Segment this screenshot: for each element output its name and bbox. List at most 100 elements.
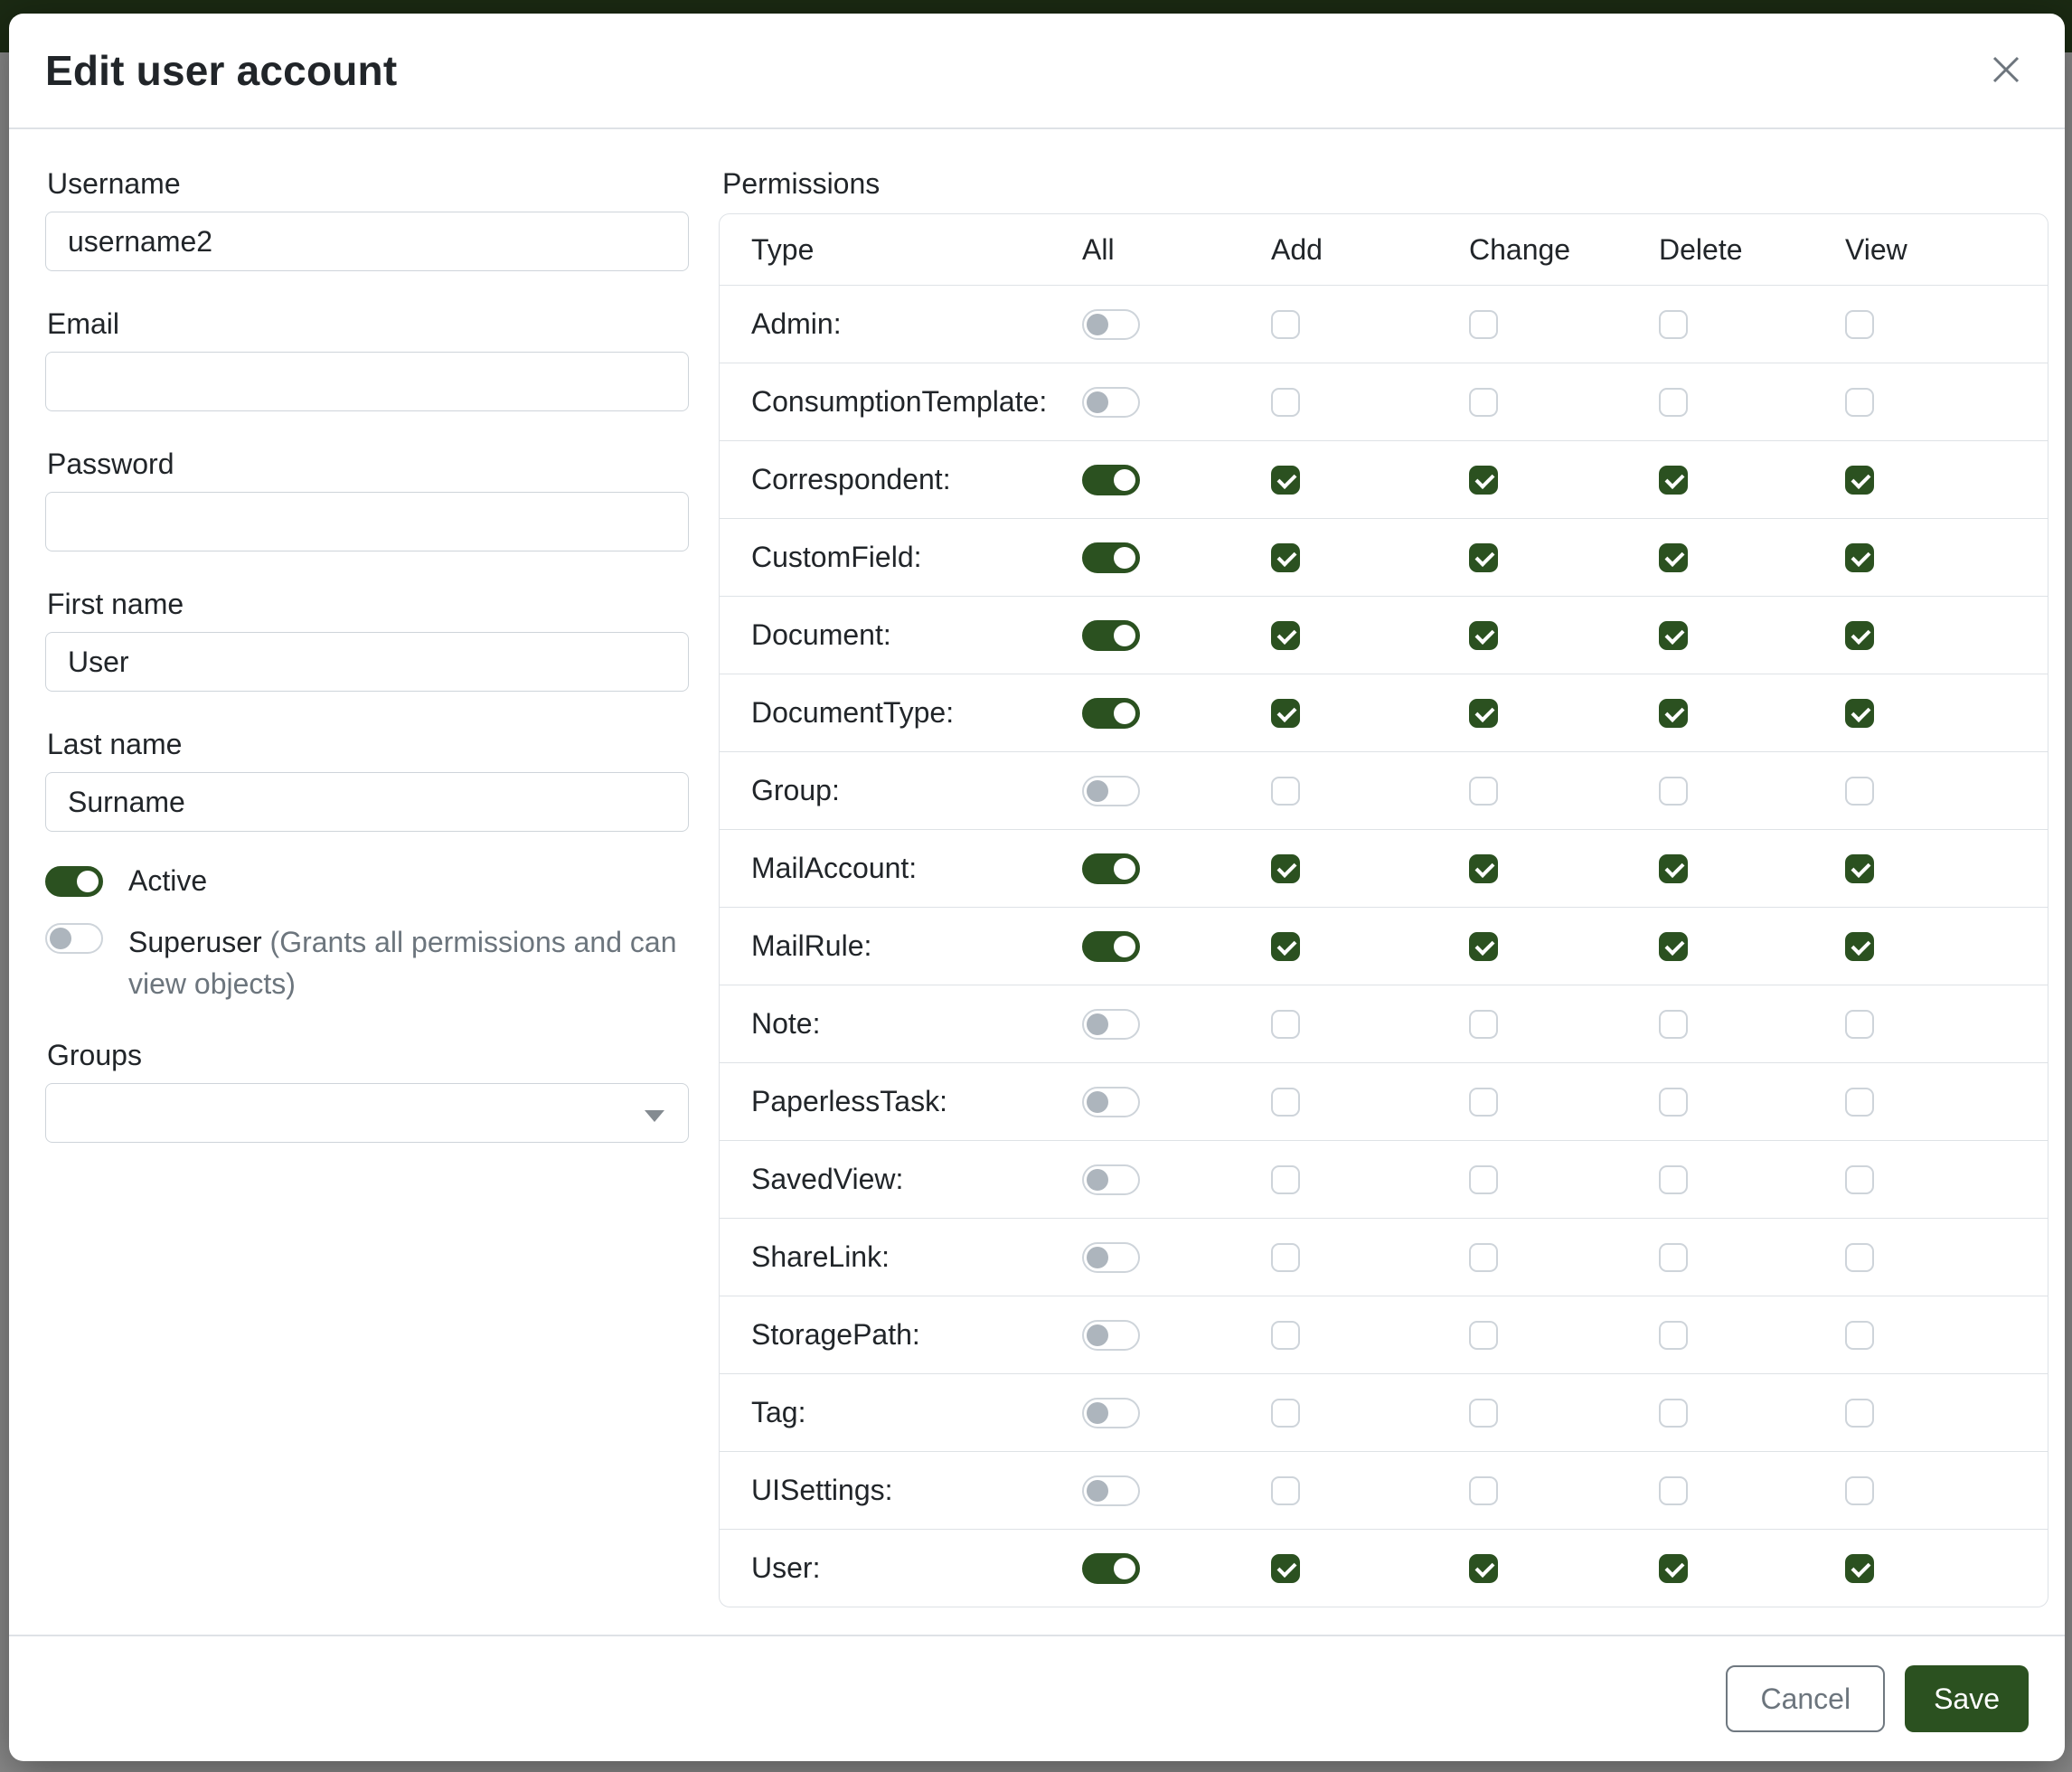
permission-delete-checkbox[interactable] <box>1659 1243 1688 1272</box>
permission-view-checkbox[interactable] <box>1845 621 1874 650</box>
permission-all-toggle[interactable] <box>1082 1398 1140 1428</box>
save-button[interactable]: Save <box>1905 1665 2029 1732</box>
permission-all-toggle[interactable] <box>1082 465 1140 495</box>
permission-delete-checkbox[interactable] <box>1659 854 1688 883</box>
last-name-input[interactable] <box>45 772 689 832</box>
permission-all-toggle[interactable] <box>1082 1087 1140 1117</box>
permission-change-checkbox[interactable] <box>1469 1321 1498 1350</box>
permission-row: UISettings: <box>720 1451 2048 1529</box>
permission-view-checkbox[interactable] <box>1845 1554 1874 1583</box>
permission-all-toggle[interactable] <box>1082 542 1140 573</box>
password-input[interactable] <box>45 492 689 551</box>
permission-delete-checkbox[interactable] <box>1659 777 1688 806</box>
permission-delete-checkbox[interactable] <box>1659 932 1688 961</box>
permission-all-toggle[interactable] <box>1082 1164 1140 1195</box>
permission-delete-checkbox[interactable] <box>1659 1165 1688 1194</box>
permission-view-checkbox[interactable] <box>1845 1088 1874 1117</box>
permission-all-toggle[interactable] <box>1082 309 1140 340</box>
column-header-change: Change <box>1469 233 1659 267</box>
permission-all-toggle[interactable] <box>1082 1320 1140 1351</box>
permission-change-checkbox[interactable] <box>1469 466 1498 495</box>
permission-add-checkbox[interactable] <box>1271 1010 1300 1039</box>
permission-change-checkbox[interactable] <box>1469 621 1498 650</box>
permission-change-checkbox[interactable] <box>1469 1554 1498 1583</box>
permission-change-checkbox[interactable] <box>1469 310 1498 339</box>
permission-add-checkbox[interactable] <box>1271 388 1300 417</box>
permission-all-toggle[interactable] <box>1082 776 1140 806</box>
email-input[interactable] <box>45 352 689 411</box>
permission-add-checkbox[interactable] <box>1271 1554 1300 1583</box>
permission-all-toggle[interactable] <box>1082 1475 1140 1506</box>
permission-change-checkbox[interactable] <box>1469 1165 1498 1194</box>
first-name-input[interactable] <box>45 632 689 692</box>
permission-view-checkbox[interactable] <box>1845 854 1874 883</box>
toggle-knob <box>1087 780 1108 802</box>
username-input[interactable] <box>45 212 689 271</box>
permission-delete-checkbox[interactable] <box>1659 1088 1688 1117</box>
permission-add-checkbox[interactable] <box>1271 1399 1300 1428</box>
permission-delete-checkbox[interactable] <box>1659 1399 1688 1428</box>
permission-delete-checkbox[interactable] <box>1659 466 1688 495</box>
permission-all-toggle[interactable] <box>1082 620 1140 651</box>
permission-view-checkbox[interactable] <box>1845 932 1874 961</box>
permission-change-checkbox[interactable] <box>1469 854 1498 883</box>
permission-add-checkbox[interactable] <box>1271 310 1300 339</box>
permission-view-checkbox[interactable] <box>1845 466 1874 495</box>
permission-all-toggle[interactable] <box>1082 1553 1140 1584</box>
permission-view-checkbox[interactable] <box>1845 777 1874 806</box>
permission-add-checkbox[interactable] <box>1271 1476 1300 1505</box>
permission-delete-checkbox[interactable] <box>1659 388 1688 417</box>
cancel-button[interactable]: Cancel <box>1726 1665 1885 1732</box>
permission-all-toggle[interactable] <box>1082 387 1140 418</box>
permission-delete-checkbox[interactable] <box>1659 543 1688 572</box>
groups-select[interactable] <box>45 1083 689 1143</box>
permission-delete-checkbox[interactable] <box>1659 1554 1688 1583</box>
permission-add-checkbox[interactable] <box>1271 466 1300 495</box>
permission-delete-checkbox[interactable] <box>1659 1321 1688 1350</box>
permission-add-checkbox[interactable] <box>1271 1243 1300 1272</box>
permission-view-checkbox[interactable] <box>1845 543 1874 572</box>
permission-view-checkbox[interactable] <box>1845 310 1874 339</box>
permission-change-checkbox[interactable] <box>1469 1010 1498 1039</box>
permission-all-toggle[interactable] <box>1082 1242 1140 1273</box>
permission-add-checkbox[interactable] <box>1271 699 1300 728</box>
permission-view-checkbox[interactable] <box>1845 699 1874 728</box>
permission-all-toggle[interactable] <box>1082 698 1140 729</box>
permission-add-checkbox[interactable] <box>1271 932 1300 961</box>
permission-view-checkbox[interactable] <box>1845 1399 1874 1428</box>
permission-add-checkbox[interactable] <box>1271 621 1300 650</box>
permission-change-checkbox[interactable] <box>1469 1476 1498 1505</box>
close-button[interactable] <box>1983 47 2029 95</box>
permission-add-checkbox[interactable] <box>1271 777 1300 806</box>
permission-add-checkbox[interactable] <box>1271 1321 1300 1350</box>
permission-change-checkbox[interactable] <box>1469 932 1498 961</box>
permission-change-checkbox[interactable] <box>1469 543 1498 572</box>
permission-change-checkbox[interactable] <box>1469 388 1498 417</box>
permission-delete-checkbox[interactable] <box>1659 1476 1688 1505</box>
superuser-toggle[interactable] <box>45 923 103 954</box>
permission-view-checkbox[interactable] <box>1845 1243 1874 1272</box>
permission-all-toggle[interactable] <box>1082 931 1140 962</box>
toggle-knob <box>1087 391 1108 413</box>
permission-delete-checkbox[interactable] <box>1659 699 1688 728</box>
permission-delete-checkbox[interactable] <box>1659 310 1688 339</box>
permission-add-checkbox[interactable] <box>1271 854 1300 883</box>
permission-change-checkbox[interactable] <box>1469 1243 1498 1272</box>
permission-add-checkbox[interactable] <box>1271 1088 1300 1117</box>
permission-change-checkbox[interactable] <box>1469 1088 1498 1117</box>
permission-view-checkbox[interactable] <box>1845 1476 1874 1505</box>
active-toggle[interactable] <box>45 866 103 897</box>
permission-all-toggle[interactable] <box>1082 853 1140 884</box>
permission-view-checkbox[interactable] <box>1845 1010 1874 1039</box>
permission-add-checkbox[interactable] <box>1271 543 1300 572</box>
permission-change-checkbox[interactable] <box>1469 1399 1498 1428</box>
permission-view-checkbox[interactable] <box>1845 388 1874 417</box>
permission-view-checkbox[interactable] <box>1845 1165 1874 1194</box>
permission-add-checkbox[interactable] <box>1271 1165 1300 1194</box>
permission-all-toggle[interactable] <box>1082 1009 1140 1040</box>
permission-change-checkbox[interactable] <box>1469 777 1498 806</box>
permission-view-checkbox[interactable] <box>1845 1321 1874 1350</box>
permission-delete-checkbox[interactable] <box>1659 1010 1688 1039</box>
permission-delete-checkbox[interactable] <box>1659 621 1688 650</box>
permission-change-checkbox[interactable] <box>1469 699 1498 728</box>
